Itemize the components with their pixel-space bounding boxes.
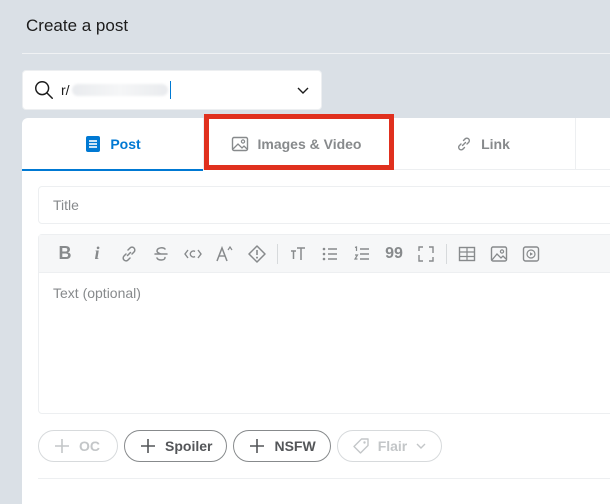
code-block-icon (418, 245, 434, 262)
community-name-redacted (71, 84, 168, 96)
numbered-list-button[interactable] (346, 238, 378, 270)
strikethrough-icon (154, 246, 168, 261)
spoiler-tag-button[interactable]: Spoiler (124, 430, 228, 462)
title-input[interactable]: Title (38, 186, 610, 224)
image-icon (232, 136, 249, 152)
tab-link[interactable]: Link (390, 118, 576, 170)
post-tags: OC Spoiler NSFW Flair (38, 430, 443, 462)
toolbar-divider (277, 243, 278, 264)
insert-image-button[interactable] (483, 238, 515, 270)
inline-code-button[interactable] (177, 238, 209, 270)
tab-images-video[interactable]: Images & Video (204, 118, 390, 170)
search-icon (35, 81, 53, 99)
quote-block-button[interactable]: 99 (378, 238, 410, 270)
chevron-down-icon (416, 443, 426, 449)
post-composer: Post Images & Video Link Title B i 99 Te… (22, 114, 610, 504)
flair-button[interactable]: Flair (336, 430, 443, 462)
numbered-list-icon (353, 245, 369, 260)
inline-code-icon (184, 249, 202, 258)
flair-label: Flair (377, 438, 408, 454)
tab-post[interactable]: Post (22, 118, 204, 171)
image-icon (490, 245, 508, 262)
toolbar-divider (446, 243, 447, 264)
video-icon (522, 245, 540, 262)
italic-icon: i (94, 243, 100, 263)
italic-button[interactable]: i (81, 238, 113, 270)
spoiler-button[interactable] (241, 238, 273, 270)
bulleted-list-button[interactable] (314, 238, 346, 270)
superscript-button[interactable] (209, 238, 241, 270)
table-icon (458, 246, 476, 261)
text-body-placeholder: Text (optional) (53, 285, 141, 301)
insert-video-button[interactable] (515, 238, 547, 270)
plus-icon (250, 439, 265, 453)
chevron-down-icon[interactable] (295, 82, 311, 98)
nsfw-button[interactable]: NSFW (233, 430, 331, 462)
page-title: Create a post (26, 16, 129, 35)
tag-icon (352, 438, 369, 454)
spoiler-icon (248, 244, 266, 263)
tab-link-label: Link (481, 136, 510, 152)
link-icon (458, 137, 471, 151)
nsfw-label: NSFW (274, 438, 316, 454)
footer-divider (38, 478, 610, 479)
post-type-tabs: Post Images & Video Link (22, 114, 610, 171)
plus-icon (55, 439, 69, 453)
spoiler-label: Spoiler (165, 438, 213, 454)
bold-icon: B (58, 243, 72, 263)
table-button[interactable] (451, 238, 483, 270)
bold-button[interactable]: B (49, 238, 81, 270)
bulleted-list-icon (322, 247, 337, 260)
community-prefix: r/ (61, 82, 70, 98)
oc-label: OC (79, 438, 100, 454)
superscript-icon (216, 245, 233, 261)
text-editor[interactable]: B i 99 Text (optional) (38, 234, 610, 414)
heading-icon (291, 246, 305, 260)
title-divider (22, 53, 610, 54)
text-cursor (169, 81, 171, 99)
post-icon (86, 136, 101, 152)
link-icon (122, 245, 136, 262)
strikethrough-button[interactable] (145, 238, 177, 270)
oc-button[interactable]: OC (38, 430, 118, 462)
community-picker[interactable]: r/ (22, 70, 322, 110)
code-block-button[interactable] (410, 238, 442, 270)
quote-block-icon: 99 (385, 244, 403, 262)
tab-post-label: Post (110, 136, 141, 152)
heading-button[interactable] (282, 238, 314, 270)
plus-icon (141, 439, 155, 453)
tab-images-video-label: Images & Video (257, 136, 362, 152)
link-button[interactable] (113, 238, 145, 270)
editor-toolbar: B i 99 (39, 235, 610, 273)
